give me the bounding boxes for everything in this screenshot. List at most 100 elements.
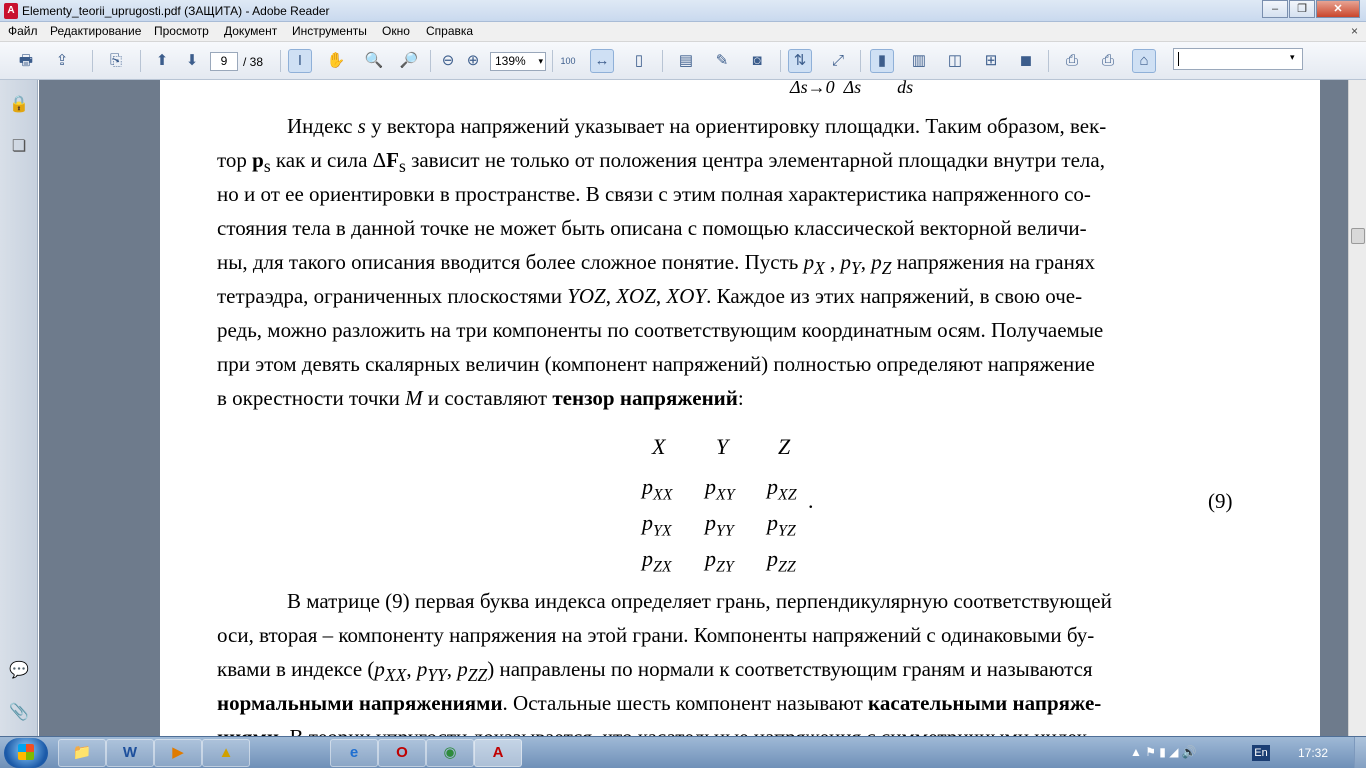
- system-tray[interactable]: ▲ ⚑ ▮ ◢ 🔊: [1130, 745, 1197, 759]
- taskbar-chrome[interactable]: ◉: [426, 739, 474, 767]
- text-line: но и от ее ориентировки в пространстве. …: [217, 182, 1091, 206]
- matrix-header-z: Z: [778, 434, 791, 459]
- menu-view[interactable]: Просмотр: [152, 24, 211, 38]
- continuous-icon[interactable]: ▥: [907, 49, 931, 73]
- matrix-cell: pYZ: [767, 510, 796, 540]
- dynamic-zoom-icon[interactable]: 🔎: [397, 49, 421, 73]
- print-icon[interactable]: 🖶: [14, 49, 38, 73]
- taskbar-media[interactable]: ▶: [154, 739, 202, 767]
- taskbar: 📁 W ▶ ▲ e O ◉ A ▲ ⚑ ▮ ◢ 🔊 En 17:32: [0, 736, 1366, 768]
- language-indicator[interactable]: En: [1252, 745, 1270, 761]
- text-line: тор ps как и сила ΔFs зависит не только …: [217, 148, 1105, 177]
- menu-bar: Файл Редактирование Просмотр Документ Ин…: [0, 22, 1366, 42]
- fit-width-icon[interactable]: ↔: [590, 49, 614, 73]
- matrix-cell: pZX: [642, 546, 672, 576]
- toolbar-separator: [860, 50, 861, 72]
- matrix-dot: .: [808, 488, 814, 513]
- continuous-facing-icon[interactable]: ⊞: [979, 49, 1003, 73]
- menu-edit[interactable]: Редактирование: [48, 24, 143, 38]
- actual-size-icon[interactable]: 100: [556, 49, 580, 73]
- clock[interactable]: 17:32: [1298, 746, 1328, 760]
- taskbar-opera[interactable]: O: [378, 739, 426, 767]
- stamp-icon[interactable]: ✎: [710, 49, 734, 73]
- start-button[interactable]: [4, 738, 48, 768]
- title-bar: A Elementy_teorii_uprugosti.pdf (ЗАЩИТА)…: [0, 0, 1366, 22]
- toolbar-separator: [662, 50, 663, 72]
- menu-document[interactable]: Документ: [222, 24, 279, 38]
- matrix-cell: pYY: [705, 510, 734, 540]
- page-number-input[interactable]: 9: [210, 52, 238, 71]
- facing-icon[interactable]: ◫: [943, 49, 967, 73]
- close-button[interactable]: ✕: [1316, 0, 1360, 18]
- menu-file[interactable]: Файл: [6, 24, 40, 38]
- text-line: квами в индексе (pXX, pYY, pZZ) направле…: [217, 657, 1093, 686]
- chevron-down-icon[interactable]: ▾: [1290, 52, 1295, 63]
- matrix-header-x: X: [652, 434, 666, 459]
- single-page-icon[interactable]: ▮: [870, 49, 894, 73]
- zoom-in-icon[interactable]: ⊕: [461, 49, 485, 73]
- lock-icon[interactable]: 🔒: [8, 94, 30, 116]
- page-total: / 38: [243, 55, 264, 69]
- select-tool-icon[interactable]: I: [288, 49, 312, 73]
- export-icon[interactable]: ⎙: [1096, 49, 1120, 73]
- toolbar: 🖶 ⇪ ⎘ ⬆ ⬇ 9 / 38 I ✋ 🔍 🔎 ⊖ ⊕ 139% ▾ 100 …: [0, 42, 1366, 80]
- attachments-icon[interactable]: 📎: [8, 702, 30, 724]
- taskbar-ie[interactable]: e: [330, 739, 378, 767]
- menu-tools[interactable]: Инструменты: [290, 24, 369, 38]
- chevron-down-icon[interactable]: ▾: [538, 53, 543, 70]
- text-caret: [1178, 52, 1179, 66]
- pdf-page: Δs→0 Δs ds Индекс s у вектора напряжений…: [160, 80, 1320, 736]
- minimize-button[interactable]: –: [1262, 0, 1288, 18]
- text-line: при этом девять скалярных величин (компо…: [217, 352, 1095, 376]
- taskbar-explorer[interactable]: 📁: [58, 739, 106, 767]
- attach-icon[interactable]: ⎙: [1060, 49, 1084, 73]
- comments-icon[interactable]: 💬: [8, 660, 30, 682]
- read-mode-icon[interactable]: ◼: [1014, 49, 1038, 73]
- prev-page-icon[interactable]: ⬆: [150, 49, 174, 73]
- text-line: Индекс s у вектора напряжений указывает …: [287, 114, 1107, 138]
- taskbar-app[interactable]: ▲: [202, 739, 250, 767]
- matrix-cell: pXX: [642, 474, 673, 504]
- vertical-scrollbar[interactable]: [1348, 80, 1366, 736]
- show-desktop-button[interactable]: [1354, 737, 1366, 768]
- home-icon[interactable]: ⌂: [1132, 49, 1156, 73]
- window-controls: – ❐ ✕: [1261, 0, 1360, 20]
- text-line: ны, для такого описания вводится более с…: [217, 250, 1096, 279]
- toolbar-separator: [280, 50, 281, 72]
- taskbar-adobe-reader[interactable]: A: [474, 739, 522, 767]
- fit-page-icon[interactable]: ▯: [627, 49, 651, 73]
- menu-window[interactable]: Окно: [380, 24, 412, 38]
- pages-icon[interactable]: ❏: [8, 136, 30, 158]
- matrix-cell: pXY: [705, 474, 735, 504]
- forms-icon[interactable]: ▤: [674, 49, 698, 73]
- zoom-level-select[interactable]: 139% ▾: [490, 52, 546, 71]
- windows-logo-icon: [18, 744, 34, 760]
- marquee-zoom-icon[interactable]: 🔍: [362, 49, 386, 73]
- find-input[interactable]: [1173, 48, 1303, 70]
- hand-tool-icon[interactable]: ✋: [324, 49, 348, 73]
- maximize-button[interactable]: ❐: [1289, 0, 1315, 18]
- window-title: Elementy_teorii_uprugosti.pdf (ЗАЩИТА) -…: [22, 4, 330, 18]
- text-line: нормальными напряжениями. Остальные шест…: [217, 691, 1102, 715]
- toolbar-separator: [780, 50, 781, 72]
- collaborate-icon[interactable]: ⇪: [50, 49, 74, 73]
- matrix-header-y: Y: [716, 434, 729, 459]
- full-screen-icon[interactable]: ⤢: [826, 49, 850, 73]
- next-page-icon[interactable]: ⬇: [180, 49, 204, 73]
- snapshot-icon[interactable]: ◙: [745, 49, 769, 73]
- equation-number: (9): [1208, 489, 1233, 513]
- taskbar-word[interactable]: W: [106, 739, 154, 767]
- menu-help[interactable]: Справка: [424, 24, 475, 38]
- toolbar-separator: [140, 50, 141, 72]
- document-close-icon[interactable]: ×: [1351, 24, 1358, 38]
- formula-fragment: Δs→0 Δs ds: [790, 80, 914, 97]
- document-view[interactable]: Δs→0 Δs ds Индекс s у вектора напряжений…: [39, 80, 1348, 736]
- toolbar-separator: [92, 50, 93, 72]
- zoom-out-icon[interactable]: ⊖: [436, 49, 460, 73]
- text-line: В матрице (9) первая буква индекса опред…: [287, 589, 1112, 613]
- scrollbar-thumb[interactable]: [1351, 228, 1365, 244]
- scroll-mode-icon[interactable]: ⇅: [788, 49, 812, 73]
- navigation-panel: 🔒 ❏ 💬 📎: [0, 80, 38, 736]
- share-icon[interactable]: ⎘: [104, 49, 128, 73]
- matrix-cell: pZY: [705, 546, 734, 576]
